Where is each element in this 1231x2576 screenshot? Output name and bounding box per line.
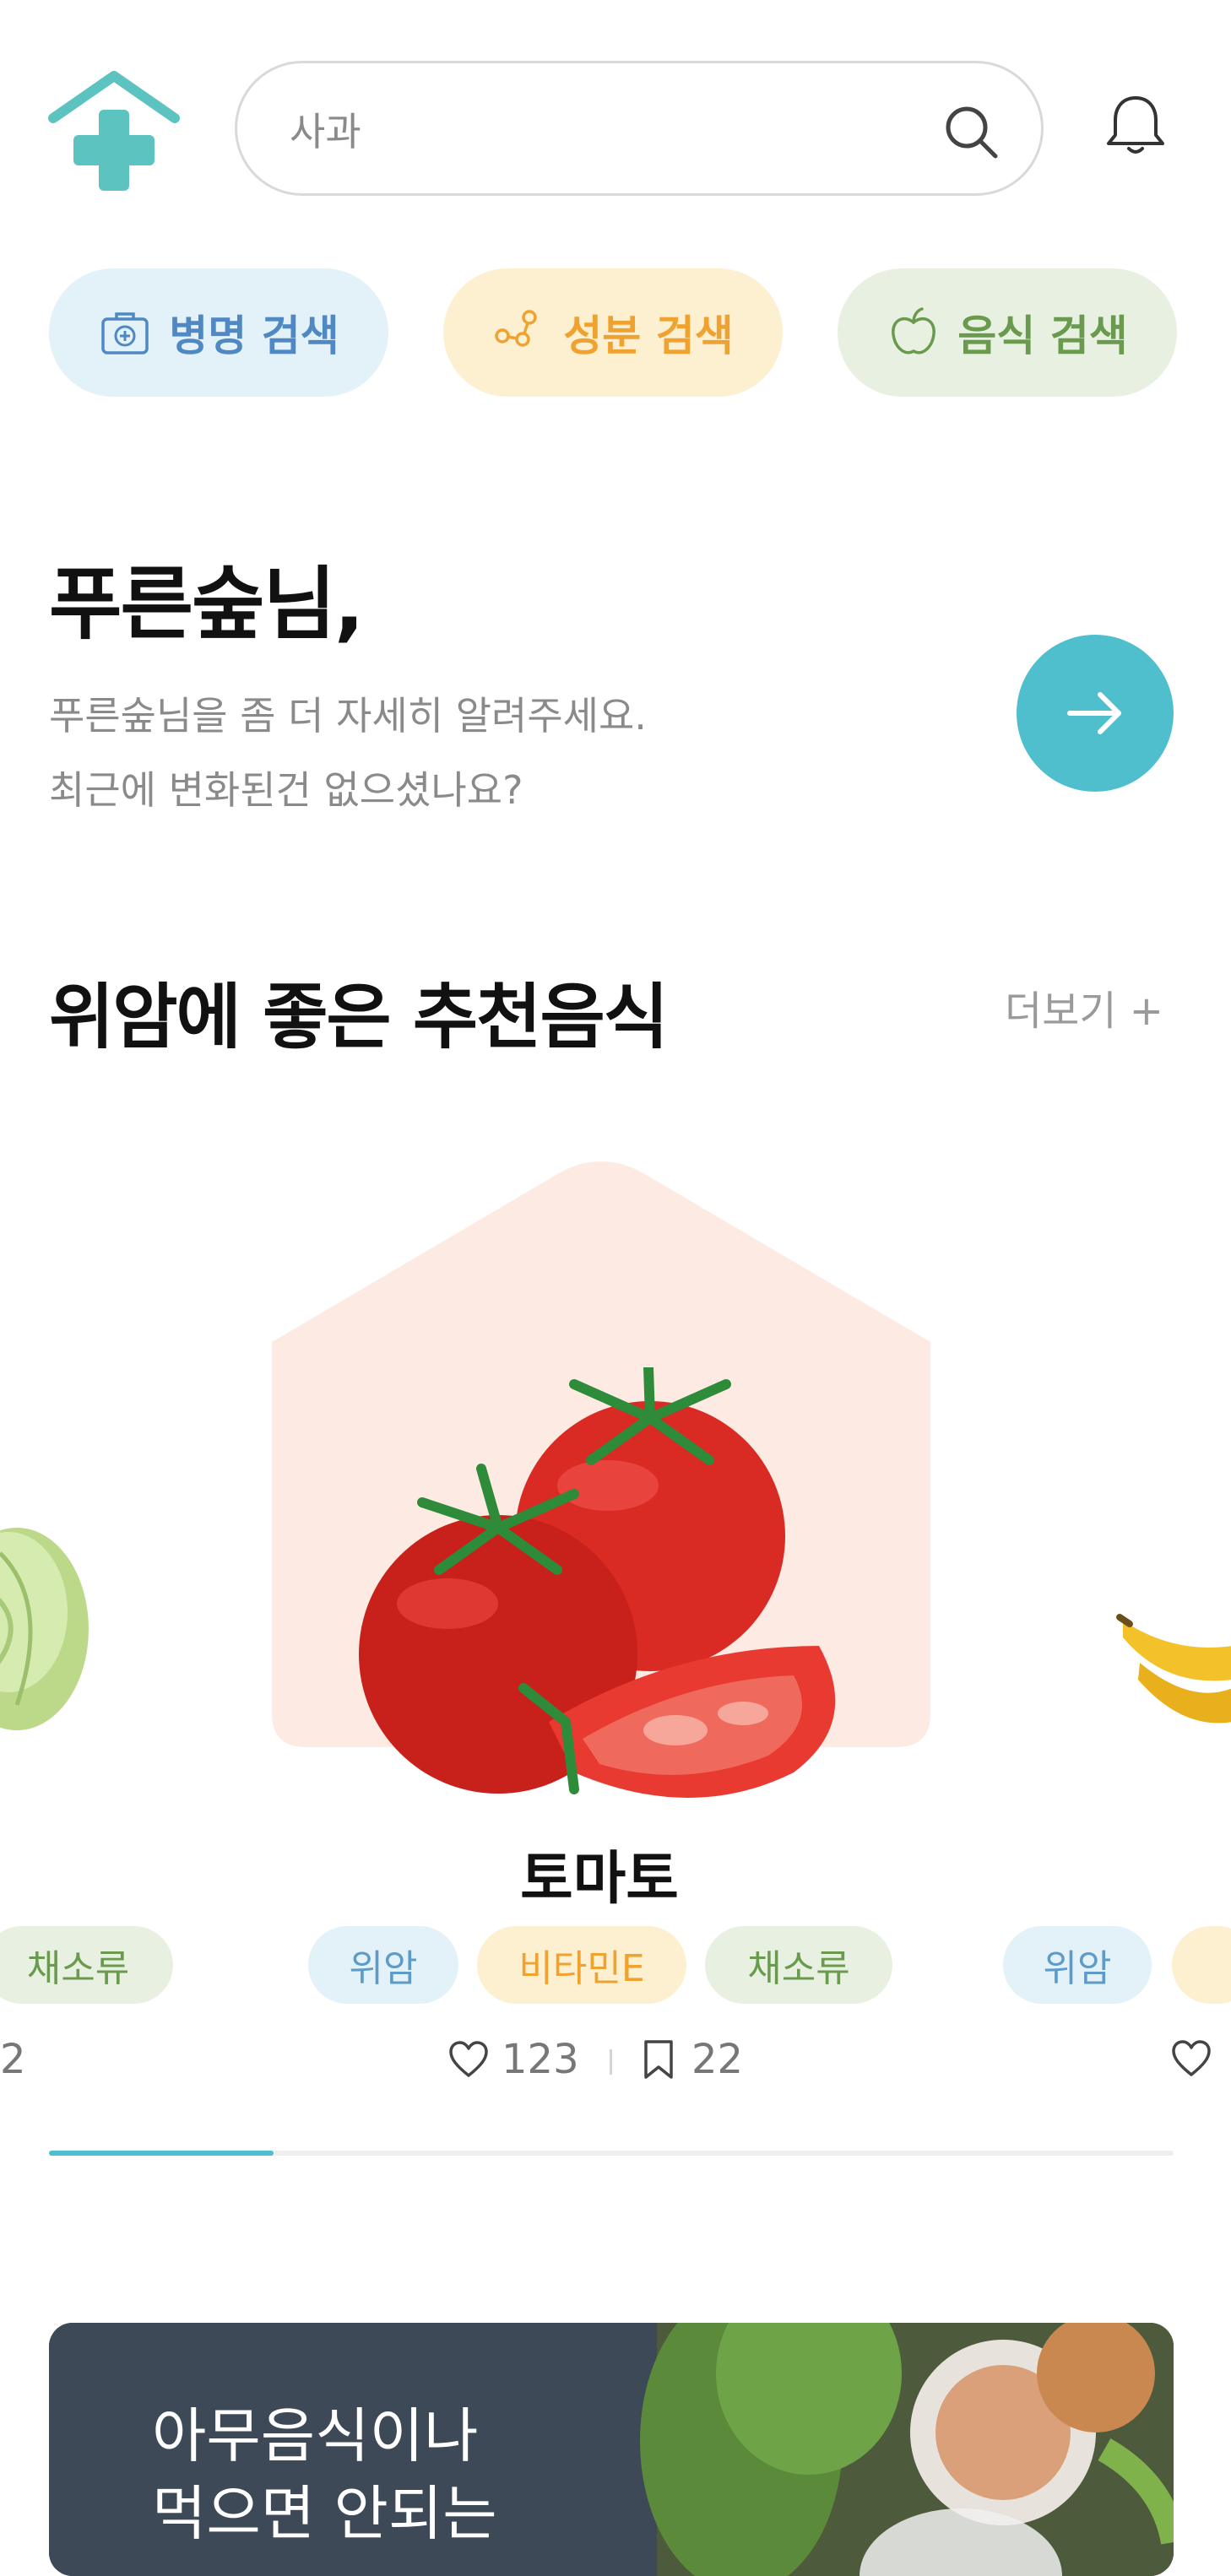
bell-icon[interactable] [1102,91,1169,159]
prev-card-tag: 채소류 [0,1926,173,2004]
apple-icon [892,307,936,354]
prev-card-count: 2 [0,2036,26,2083]
greeting-title: 푸른숲님, [49,559,365,651]
bookmark-count[interactable]: 22 [637,2036,743,2083]
bookmark-icon [644,2040,673,2079]
banner-text: 아무음식이나 먹으면 안되는 [152,2397,497,2552]
food-search-label: 음식 검색 [957,311,1128,360]
banner-line-2: 먹으면 안되는 [152,2479,497,2548]
section-title: 위암에 좋은 추천음식 [49,976,669,1058]
food-search-button[interactable]: 음식 검색 [838,268,1177,397]
disease-search-label: 병명 검색 [169,311,339,360]
ingredient-search-label: 성분 검색 [563,311,734,360]
greeting-message-line-2: 최근에 변화된건 없으셨나요? [49,767,523,813]
profile-detail-button[interactable] [1017,635,1174,792]
lettuce-image[interactable] [0,1502,93,1739]
ingredient-search-button[interactable]: 성분 검색 [443,268,783,397]
search-bar[interactable] [235,61,1044,196]
tomato-image[interactable] [321,1367,870,1806]
more-link[interactable]: 더보기 + [1005,977,1163,1036]
food-tag[interactable]: 비타민E [477,1926,686,2004]
next-card-tag: 위암 [1003,1926,1152,2004]
stat-divider [610,2049,612,2075]
food-tag[interactable]: 위암 [308,1926,458,2004]
arrow-right-icon [1067,692,1121,734]
like-count[interactable]: 123 [447,2036,579,2083]
banner-line-1: 아무음식이나 [152,2401,479,2470]
search-icon[interactable] [943,104,999,160]
carousel-progress-fill [49,2151,274,2156]
heart-icon [449,2041,488,2077]
search-input[interactable] [288,97,882,166]
disease-search-button[interactable]: 병명 검색 [49,268,388,397]
food-tag[interactable]: 채소류 [705,1926,892,2004]
next-card-heart-icon[interactable] [1170,2038,1212,2080]
food-name[interactable]: 토마토 [473,1832,726,1915]
greeting-message-line-1: 푸른숲님을 좀 더 자세히 알려주세요. [49,693,647,739]
medical-kit-icon [101,312,149,354]
next-card-tag-2 [1172,1926,1231,2004]
banana-image[interactable] [1114,1587,1231,1764]
app-logo[interactable] [46,68,182,194]
molecule-icon [495,310,538,347]
